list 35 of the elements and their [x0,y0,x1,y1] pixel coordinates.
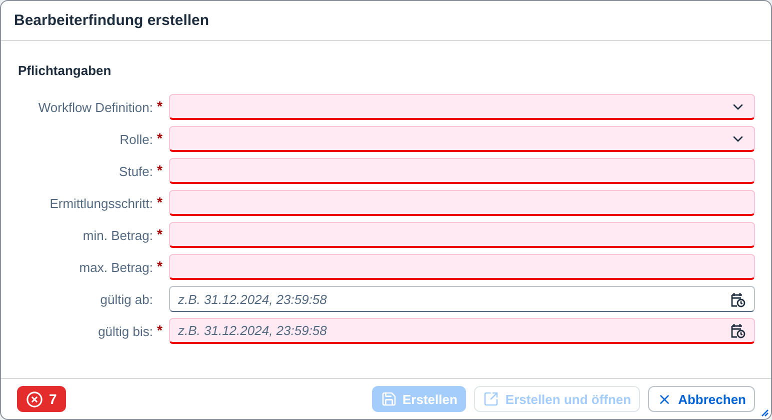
field-label: Rolle: [118,132,153,146]
field-label: gültig ab: [99,292,153,306]
required-mark: * [156,98,162,114]
external-link-icon [483,391,500,407]
field-label: max. Betrag: [78,260,153,274]
save-icon [380,391,396,407]
field-label: Stufe: [118,164,153,178]
error-icon [26,390,43,408]
date-input[interactable]: z.B. 31.12.2024, 23:59:58 [178,292,730,306]
dropdown-field[interactable] [169,94,755,120]
required-mark: * [156,258,162,274]
calendar-clock-icon[interactable] [730,290,746,308]
field-label: gültig bis: [97,324,153,338]
date-input[interactable]: z.B. 31.12.2024, 23:59:58 [178,323,730,338]
calendar-clock-icon[interactable] [730,322,746,339]
required-mark: * [156,322,162,338]
input-field[interactable] [169,158,755,184]
date-field[interactable]: z.B. 31.12.2024, 23:59:58 [169,286,755,312]
required-mark: * [156,130,162,146]
field-label: Ermittlungsschritt: [48,196,153,210]
dialog-title: Bearbeiterfindung erstellen [1,1,771,41]
section-title: Pflichtangaben [18,63,112,78]
field-label: min. Betrag: [82,228,153,242]
required-mark: * [156,226,162,242]
required-mark: * [156,194,162,210]
dropdown-field[interactable] [169,126,755,152]
cancel-button[interactable]: Abbrechen [648,386,755,412]
error-count-button[interactable]: 7 [17,386,66,412]
field-label: Workflow Definition: [37,100,153,114]
input-field[interactable] [169,222,755,248]
date-field[interactable]: z.B. 31.12.2024, 23:59:58 [169,318,755,344]
resize-grip-icon[interactable] [759,407,769,417]
input-field[interactable] [169,254,755,280]
required-mark: * [156,162,162,178]
input-field[interactable] [169,190,755,216]
